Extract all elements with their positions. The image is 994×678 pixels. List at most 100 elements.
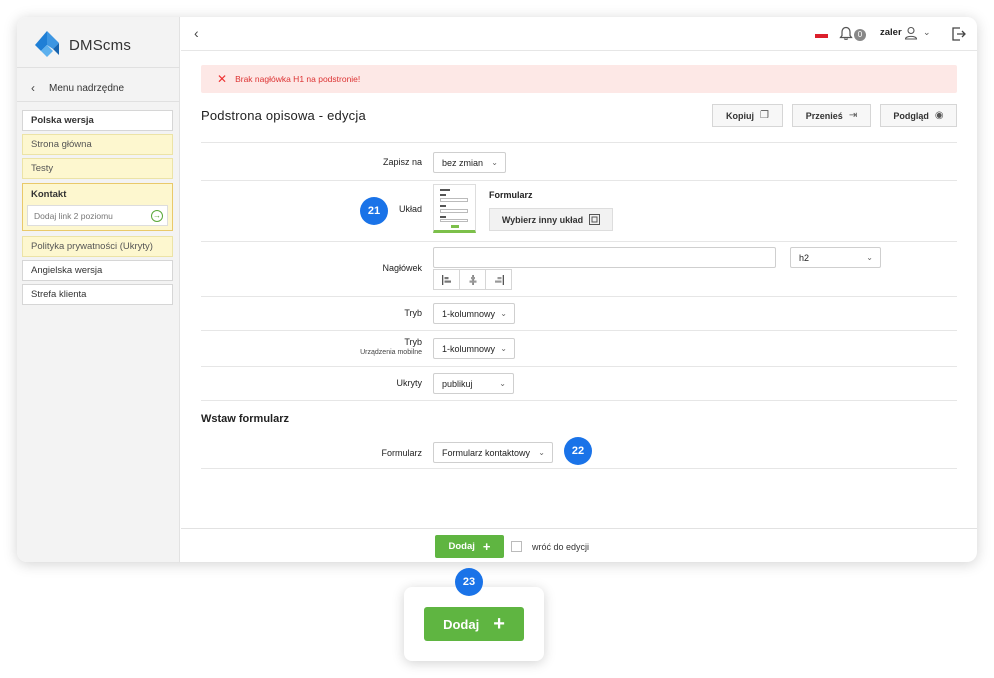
sidebar: DMScms ‹ Menu nadrzędne Polska wersja St… (17, 17, 180, 562)
zoomed-add-button[interactable]: Dodaj + (424, 607, 524, 641)
app-name: DMScms (69, 36, 132, 54)
copy-button-label: Kopiuj (726, 110, 755, 121)
sidebar-item-label: Testy (31, 163, 54, 174)
chevron-down-icon[interactable]: ⌄ (923, 27, 931, 38)
callout-badge-22: 22 (564, 437, 592, 465)
heading-level-value: h2 (799, 252, 810, 263)
mode-select[interactable]: 1-kolumnowy ⌄ (433, 303, 515, 324)
divider (201, 366, 957, 367)
divider (201, 330, 957, 331)
sidebar-divider (17, 67, 180, 68)
divider (201, 400, 957, 401)
footer-divider (181, 528, 977, 529)
zoomed-add-button-card: Dodaj + (404, 587, 544, 661)
sidebar-item-polityka[interactable]: Polityka prywatności (Ukryty) (22, 236, 173, 257)
heading-input[interactable] (433, 247, 776, 268)
sidebar-item-kontakt[interactable]: Kontakt Dodaj link 2 poziomu → (22, 183, 173, 231)
preview-button[interactable]: Podgląd ◉ (880, 104, 957, 127)
callout-badge-23: 23 (455, 568, 483, 596)
divider (201, 468, 957, 469)
mode-mobile-label-text: Tryb (404, 337, 422, 347)
align-left-button[interactable] (434, 270, 460, 289)
chevron-down-icon: ⌄ (538, 448, 545, 457)
plus-icon: + (493, 612, 505, 635)
mode-mobile-label: Tryb Urządzenia mobilne (317, 337, 422, 356)
save-to-select[interactable]: bez zmian ⌄ (433, 152, 506, 173)
chevron-left-icon: ‹ (31, 81, 35, 95)
sidebar-item-polska-wersja[interactable]: Polska wersja (22, 110, 173, 131)
chevron-down-icon: ⌄ (499, 379, 506, 388)
topbar: ‹ 0 zaler ⌄ (181, 17, 977, 51)
user-icon[interactable] (904, 26, 918, 40)
sidebar-item-label: Strefa klienta (31, 289, 87, 300)
heading-label: Nagłówek (382, 263, 422, 273)
collapse-sidebar-chevron-icon[interactable]: ‹ (194, 25, 199, 41)
form-select-value: Formularz kontaktowy (442, 447, 531, 458)
page-title: Podstrona opisowa - edycja (201, 108, 366, 123)
sidebar-item-label: Angielska wersja (31, 265, 103, 276)
divider (201, 180, 957, 181)
sidebar-divider (17, 101, 180, 102)
divider (201, 241, 957, 242)
divider (201, 142, 957, 143)
parent-menu-link[interactable]: ‹ Menu nadrzędne (31, 81, 124, 95)
error-x-icon: ✕ (217, 72, 228, 86)
save-to-label: Zapisz na (382, 157, 422, 167)
layout-grid-icon (589, 214, 601, 225)
insert-form-section-title: Wstaw formularz (201, 413, 290, 425)
sidebar-item-label: Polska wersja (31, 115, 94, 126)
user-name[interactable]: zaler (880, 27, 902, 38)
add-button-label: Dodaj (448, 541, 475, 552)
form-select[interactable]: Formularz kontaktowy ⌄ (433, 442, 553, 463)
back-to-edit-label: wróć do edycji (532, 542, 590, 552)
align-center-button[interactable] (460, 270, 486, 289)
divider (201, 296, 957, 297)
heading-align-group (433, 269, 512, 290)
add-level2-link-text: Dodaj link 2 poziomu (34, 210, 113, 221)
logout-icon[interactable] (951, 26, 967, 42)
sidebar-item-label: Kontakt (31, 189, 67, 200)
sidebar-item-strona-glowna[interactable]: Strona główna (22, 134, 173, 155)
choose-layout-label: Wybierz inny układ (501, 214, 584, 225)
preview-button-label: Podgląd (893, 110, 929, 121)
polish-flag-icon[interactable] (815, 31, 828, 38)
mode-mobile-sublabel: Urządzenia mobilne (360, 349, 422, 356)
hidden-value: publikuj (442, 378, 473, 389)
notification-count-badge: 0 (854, 29, 866, 41)
chevron-down-icon: ⌄ (500, 344, 507, 353)
app-window: DMScms ‹ Menu nadrzędne Polska wersja St… (17, 17, 977, 562)
layout-name: Formularz (489, 190, 533, 200)
arrow-right-circle-icon[interactable]: → (151, 210, 163, 222)
sidebar-item-strefa-klienta[interactable]: Strefa klienta (22, 284, 173, 305)
layout-thumbnail[interactable] (433, 184, 476, 233)
callout-badge-21: 21 (360, 197, 388, 225)
sidebar-item-label: Polityka prywatności (Ukryty) (31, 241, 153, 252)
hidden-label: Ukryty (396, 378, 423, 388)
alert-message: Brak nagłówka H1 na podstronie! (235, 74, 361, 84)
zoomed-add-button-label: Dodaj (443, 616, 480, 632)
sidebar-item-testy[interactable]: Testy (22, 158, 173, 179)
back-to-edit-checkbox[interactable] (511, 541, 522, 552)
add-button[interactable]: Dodaj + (435, 535, 504, 558)
move-button[interactable]: Przenieś ⇥ (792, 104, 871, 127)
add-level2-link-input[interactable]: Dodaj link 2 poziomu → (27, 205, 168, 226)
choose-layout-button[interactable]: Wybierz inny układ (489, 208, 613, 231)
logo[interactable]: DMScms (31, 29, 131, 61)
move-button-label: Przenieś (805, 110, 843, 121)
align-right-icon (494, 274, 504, 285)
mode-value: 1-kolumnowy (442, 308, 496, 319)
mode-mobile-select[interactable]: 1-kolumnowy ⌄ (433, 338, 515, 359)
form-select-label: Formularz (381, 448, 422, 458)
align-center-icon (469, 274, 476, 285)
eye-icon: ◉ (934, 110, 944, 121)
heading-level-select[interactable]: h2 ⌄ (790, 247, 881, 268)
chevron-down-icon: ⌄ (491, 158, 498, 167)
mode-label: Tryb (404, 308, 422, 318)
align-right-button[interactable] (486, 270, 511, 289)
mode-mobile-value: 1-kolumnowy (442, 343, 496, 354)
sidebar-item-angielska-wersja[interactable]: Angielska wersja (22, 260, 173, 281)
chevron-down-icon: ⌄ (866, 253, 873, 262)
copy-button[interactable]: Kopiuj ❐ (712, 104, 783, 127)
hidden-select[interactable]: publikuj ⌄ (433, 373, 514, 394)
bell-icon[interactable] (839, 26, 853, 41)
